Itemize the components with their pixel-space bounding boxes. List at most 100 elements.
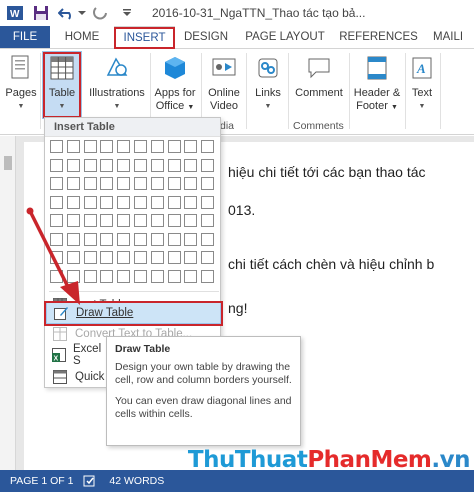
text-button[interactable]: A Text ▼ xyxy=(407,53,437,113)
grid-cell[interactable] xyxy=(167,140,181,153)
tab-insert[interactable]: INSERT xyxy=(114,26,175,49)
grid-cell[interactable] xyxy=(201,251,215,264)
grid-cell[interactable] xyxy=(184,195,198,209)
grid-cell[interactable] xyxy=(184,158,198,172)
tab-file[interactable]: FILE xyxy=(0,26,50,48)
grid-cell[interactable] xyxy=(50,140,63,153)
grid-cell[interactable] xyxy=(100,214,114,227)
grid-cell[interactable] xyxy=(201,140,215,153)
grid-cell[interactable] xyxy=(100,158,114,172)
grid-cell[interactable] xyxy=(134,158,147,172)
grid-cell[interactable] xyxy=(66,232,80,246)
grid-cell[interactable] xyxy=(184,140,198,153)
grid-cell[interactable] xyxy=(117,140,131,153)
grid-cell[interactable] xyxy=(150,195,164,209)
grid-cell[interactable] xyxy=(201,232,215,246)
grid-cell[interactable] xyxy=(167,269,181,283)
grid-cell[interactable] xyxy=(66,140,80,153)
illustrations-button[interactable]: Illustrations ▼ xyxy=(86,53,148,113)
comment-button[interactable]: Comment xyxy=(291,53,347,100)
grid-cell[interactable] xyxy=(134,214,147,227)
tab-mailings[interactable]: MAILI xyxy=(424,26,474,48)
grid-cell[interactable] xyxy=(100,251,114,264)
grid-cell[interactable] xyxy=(167,232,181,246)
grid-cell[interactable] xyxy=(184,251,198,264)
grid-cell[interactable] xyxy=(50,158,63,172)
grid-cell[interactable] xyxy=(134,232,147,246)
grid-cell[interactable] xyxy=(66,177,80,190)
tab-home[interactable]: HOME xyxy=(50,26,114,48)
undo-icon[interactable] xyxy=(56,2,78,24)
quick-tables-menu-item[interactable]: Quick xyxy=(46,366,106,388)
grid-cell[interactable] xyxy=(117,269,131,283)
apps-for-office-button[interactable]: Apps for Office ▼ xyxy=(152,53,198,114)
grid-cell[interactable] xyxy=(66,214,80,227)
grid-cell[interactable] xyxy=(117,232,131,246)
grid-cell[interactable] xyxy=(50,232,63,246)
grid-cell[interactable] xyxy=(50,269,63,283)
proofing-icon[interactable] xyxy=(83,474,97,488)
grid-cell[interactable] xyxy=(150,158,164,172)
grid-cell[interactable] xyxy=(50,251,63,264)
grid-cell[interactable] xyxy=(201,214,215,227)
grid-cell[interactable] xyxy=(117,251,131,264)
grid-cell[interactable] xyxy=(100,140,114,153)
grid-cell[interactable] xyxy=(134,195,147,209)
grid-cell[interactable] xyxy=(83,251,97,264)
grid-cell[interactable] xyxy=(66,251,80,264)
grid-cell[interactable] xyxy=(150,232,164,246)
word-count[interactable]: 42 WORDS xyxy=(109,475,164,487)
grid-cell[interactable] xyxy=(201,195,215,209)
grid-cell[interactable] xyxy=(167,158,181,172)
grid-cell[interactable] xyxy=(117,158,131,172)
grid-cell[interactable] xyxy=(167,214,181,227)
grid-cell[interactable] xyxy=(117,177,131,190)
undo-dropdown-icon[interactable] xyxy=(78,2,86,24)
online-video-button[interactable]: Online Video xyxy=(205,53,243,113)
grid-cell[interactable] xyxy=(100,177,114,190)
grid-cell[interactable] xyxy=(184,232,198,246)
grid-cell[interactable] xyxy=(167,195,181,209)
grid-cell[interactable] xyxy=(117,195,131,209)
grid-cell[interactable] xyxy=(117,214,131,227)
grid-cell[interactable] xyxy=(134,140,147,153)
grid-cell[interactable] xyxy=(184,214,198,227)
grid-cell[interactable] xyxy=(150,214,164,227)
grid-cell[interactable] xyxy=(167,251,181,264)
grid-cell[interactable] xyxy=(100,269,114,283)
tab-references[interactable]: REFERENCES xyxy=(333,26,424,48)
grid-cell[interactable] xyxy=(50,214,63,227)
grid-cell[interactable] xyxy=(150,177,164,190)
draw-table-menu-item[interactable]: Draw Table xyxy=(46,302,221,324)
grid-cell[interactable] xyxy=(83,269,97,283)
header-footer-button[interactable]: Header & Footer ▼ xyxy=(351,53,403,114)
grid-cell[interactable] xyxy=(66,195,80,209)
grid-cell[interactable] xyxy=(150,269,164,283)
pages-button[interactable]: Pages ▼ xyxy=(4,53,38,113)
grid-cell[interactable] xyxy=(66,269,80,283)
grid-cell[interactable] xyxy=(100,195,114,209)
grid-cell[interactable] xyxy=(201,269,215,283)
tab-page-layout[interactable]: PAGE LAYOUT xyxy=(237,26,333,48)
grid-cell[interactable] xyxy=(100,232,114,246)
grid-cell[interactable] xyxy=(83,140,97,153)
links-button[interactable]: Links ▼ xyxy=(250,53,286,113)
grid-cell[interactable] xyxy=(50,177,63,190)
grid-cell[interactable] xyxy=(134,251,147,264)
grid-cell[interactable] xyxy=(83,195,97,209)
customize-toolbar-icon[interactable] xyxy=(116,2,138,24)
grid-cell[interactable] xyxy=(201,158,215,172)
table-button[interactable]: Table ▼ xyxy=(44,53,80,113)
tab-design[interactable]: DESIGN xyxy=(175,26,237,48)
grid-cell[interactable] xyxy=(83,232,97,246)
redo-icon[interactable] xyxy=(90,2,112,24)
grid-cell[interactable] xyxy=(83,214,97,227)
grid-cell[interactable] xyxy=(201,177,215,190)
word-app-icon[interactable]: W xyxy=(4,2,26,24)
grid-cell[interactable] xyxy=(167,177,181,190)
page-count[interactable]: PAGE 1 OF 1 xyxy=(10,475,73,487)
grid-cell[interactable] xyxy=(150,251,164,264)
grid-cell[interactable] xyxy=(83,177,97,190)
grid-cell[interactable] xyxy=(184,269,198,283)
grid-cell[interactable] xyxy=(83,158,97,172)
